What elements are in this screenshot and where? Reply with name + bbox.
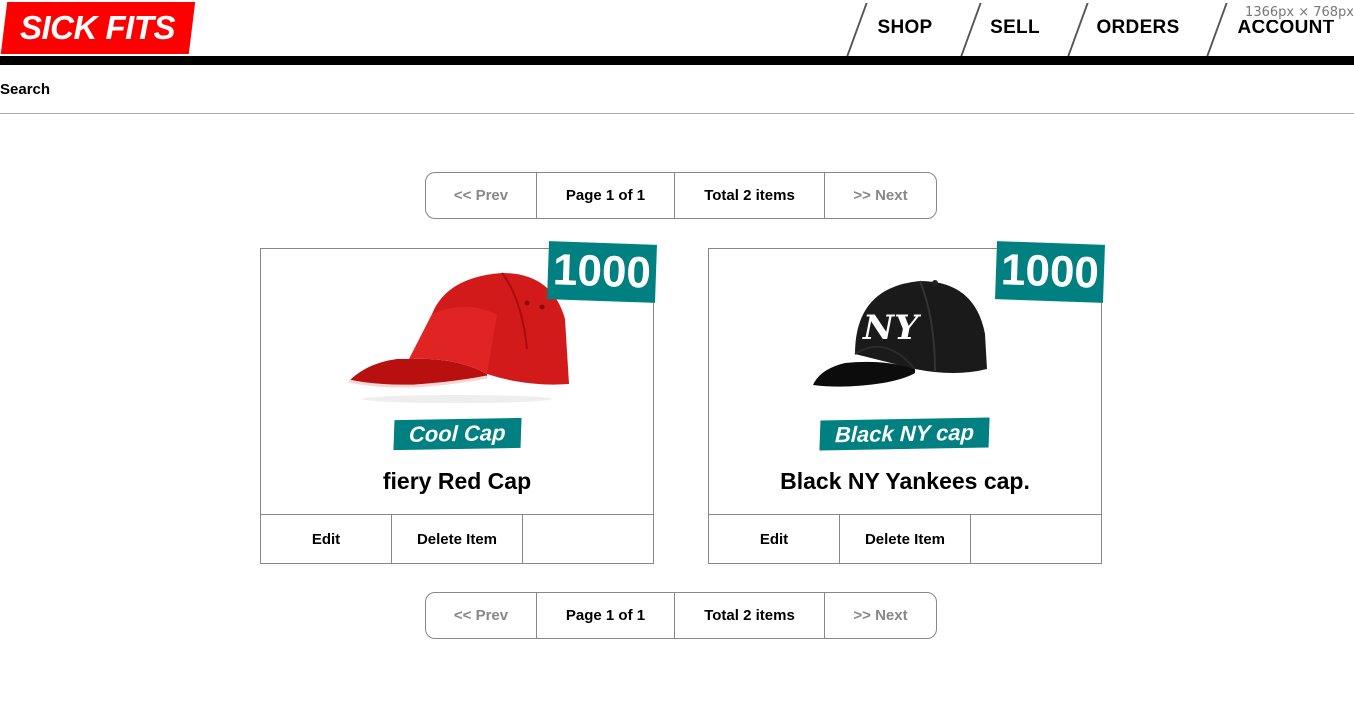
empty-action-slot [971,515,1101,564]
price-tag: 1000 [995,241,1105,303]
page-indicator: Page 1 of 1 [537,593,675,638]
price-tag: 1000 [547,241,657,303]
product-description: fiery Red Cap [382,468,532,494]
svg-text:NY: NY [862,308,921,348]
product-card: NY 1000 Black NY cap Black NY Yankees ca… [708,241,1105,564]
total-items: Total 2 items [675,593,825,638]
next-page-link[interactable]: >> Next [825,593,936,638]
product-actions: Edit Delete Item [709,514,1101,564]
page-indicator: Page 1 of 1 [537,173,675,218]
site-logo[interactable]: SICK FITS [0,2,196,54]
product-title-link[interactable]: Cool Cap [393,417,521,451]
prev-page-link[interactable]: << Prev [426,593,537,638]
product-card: 1000 Cool Cap fiery Red Cap Edit Delete … [260,241,657,564]
nav-shop[interactable]: SHOP [862,0,948,56]
product-description: Black NY Yankees cap. [780,468,1030,494]
product-actions: Edit Delete Item [261,514,653,564]
next-page-link[interactable]: >> Next [825,173,936,218]
product-image-black-ny-cap: NY [785,259,1025,407]
total-items: Total 2 items [675,173,825,218]
site-header: SICK FITS SHOP SELL ORDERS ACCOUNT 1366p… [0,0,1354,56]
prev-page-link[interactable]: << Prev [426,173,537,218]
product-image-red-cap [337,259,577,407]
product-title-link[interactable]: Black NY cap [819,417,991,451]
delete-item-button[interactable]: Delete Item [840,515,971,564]
nav-sell[interactable]: SELL [976,0,1054,56]
delete-item-button[interactable]: Delete Item [392,515,523,564]
logo-text: SICK FITS [20,9,176,46]
edit-button[interactable]: Edit [261,515,392,564]
search-input[interactable] [60,73,1350,107]
search-label: Search [0,81,51,98]
edit-button[interactable]: Edit [709,515,840,564]
search-bar: Search [0,65,1354,114]
pagination-top: << Prev Page 1 of 1 Total 2 items >> Nex… [425,172,937,219]
pagination-bottom: << Prev Page 1 of 1 Total 2 items >> Nex… [425,592,937,639]
header-divider-bar [0,56,1354,65]
empty-action-slot [523,515,653,564]
nav-orders[interactable]: ORDERS [1083,0,1193,56]
viewport-size-readout: 1366px × 768px [1241,5,1354,20]
